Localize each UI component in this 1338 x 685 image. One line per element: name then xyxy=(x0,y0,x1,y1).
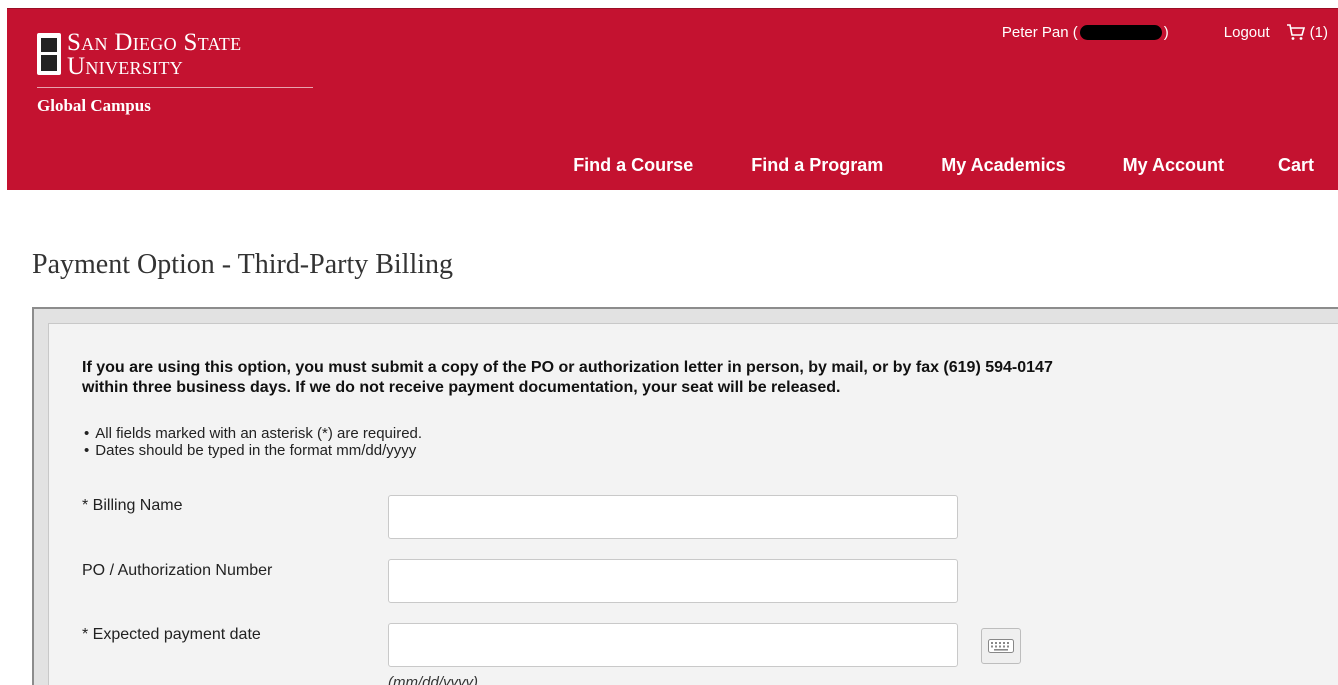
payment-notice: If you are using this option, you must s… xyxy=(82,359,1053,396)
billing-name-label: * Billing Name xyxy=(82,497,183,514)
logo-divider xyxy=(37,87,313,88)
logout-link[interactable]: Logout xyxy=(1224,24,1270,41)
logo-subtitle: Global Campus xyxy=(37,96,151,115)
redacted-id xyxy=(1079,25,1162,41)
page-title: Payment Option - Third-Party Billing xyxy=(32,249,454,280)
billing-form: If you are using this option, you must s… xyxy=(48,323,1338,685)
university-logo[interactable]: San Diego State University Global Campus xyxy=(37,29,317,116)
payment-date-input[interactable] xyxy=(388,623,958,667)
payment-date-label: * Expected payment date xyxy=(82,626,261,643)
date-format-hint: (mm/dd/yyyy) xyxy=(388,674,478,685)
logo-line-1: San Diego State xyxy=(67,29,242,56)
user-name: Peter Pan () xyxy=(1001,23,1169,41)
cart-count: (1) xyxy=(1309,23,1328,41)
mini-cart-link[interactable]: (1) xyxy=(1286,23,1328,41)
instruction-item: Dates should be typed in the format mm/d… xyxy=(84,442,422,459)
instructions-list: All fields marked with an asterisk (*) a… xyxy=(84,425,422,459)
nav-my-academics[interactable]: My Academics xyxy=(941,155,1065,176)
billing-name-input[interactable] xyxy=(388,495,958,539)
nav-find-a-course[interactable]: Find a Course xyxy=(573,155,693,176)
logo-line-2: University xyxy=(67,53,184,80)
billing-form-panel: If you are using this option, you must s… xyxy=(32,307,1338,685)
site-header: San Diego State University Global Campus… xyxy=(7,8,1338,190)
po-number-input[interactable] xyxy=(388,559,958,603)
instruction-item: All fields marked with an asterisk (*) a… xyxy=(84,425,422,442)
nav-my-account[interactable]: My Account xyxy=(1123,155,1224,176)
nav-find-a-program[interactable]: Find a Program xyxy=(751,155,883,176)
nav-cart[interactable]: Cart xyxy=(1278,155,1314,176)
utility-bar: Peter Pan () Logout (1) xyxy=(1002,23,1338,41)
cart-icon xyxy=(1286,24,1305,40)
date-picker-button[interactable] xyxy=(981,628,1021,664)
seal-icon xyxy=(37,33,61,75)
po-number-label: PO / Authorization Number xyxy=(82,562,273,579)
main-nav: Find a Course Find a Program My Academic… xyxy=(573,155,1338,176)
keyboard-icon xyxy=(988,639,1014,653)
